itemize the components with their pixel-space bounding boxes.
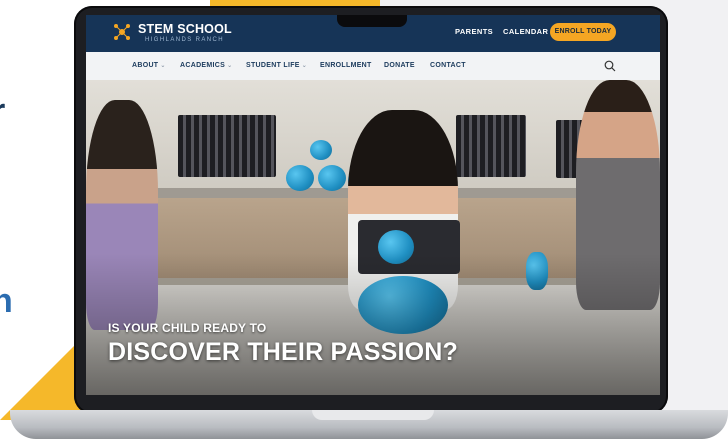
parents-link[interactable]: PARENTS	[455, 27, 493, 36]
logo-mark-icon	[114, 24, 130, 40]
nav-item-enrollment[interactable]: ENROLLMENT	[320, 62, 372, 69]
enroll-today-button[interactable]: ENROLL TODAY	[550, 23, 616, 41]
main-nav: ABOUT ⌄ ACADEMICS ⌄ STUDENT LIFE ⌄ ENROLLME…	[86, 52, 660, 80]
logo-subtitle: HIGHLANDS RANCH	[145, 37, 225, 43]
search-icon[interactable]	[604, 60, 616, 72]
hero-heading: DISCOVER THEIR PASSION?	[108, 338, 459, 366]
side-text-fragment: n	[0, 282, 13, 320]
hero-subheading: IS YOUR CHILD READY TO	[108, 321, 267, 335]
camera-notch	[337, 15, 407, 27]
nav-item-student-life[interactable]: STUDENT LIFE ⌄	[246, 62, 307, 69]
hero-section: IS YOUR CHILD READY TO DISCOVER THEIR PA…	[86, 80, 660, 395]
nav-item-label: ACADEMICS	[180, 62, 226, 69]
nav-item-about[interactable]: ABOUT ⌄	[132, 62, 166, 69]
laptop-hinge	[312, 410, 434, 420]
nav-item-label: STUDENT LIFE	[246, 62, 300, 69]
nav-item-label: ENROLLMENT	[320, 62, 372, 69]
chevron-down-icon: ⌄	[227, 63, 233, 69]
nav-item-donate[interactable]: DONATE	[384, 62, 415, 69]
nav-item-contact[interactable]: CONTACT	[430, 62, 466, 69]
logo-title: STEM SCHOOL	[138, 22, 232, 36]
calendar-link[interactable]: CALENDAR	[503, 27, 548, 36]
nav-item-academics[interactable]: ACADEMICS ⌄	[180, 62, 232, 69]
nav-item-label: CONTACT	[430, 62, 466, 69]
nav-item-label: ABOUT	[132, 62, 159, 69]
side-text-fragment: r	[0, 92, 5, 131]
laptop-screen: STEM SCHOOL HIGHLANDS RANCH PARENTS CALE…	[86, 15, 660, 395]
chevron-down-icon: ⌄	[160, 63, 166, 69]
site-logo[interactable]: STEM SCHOOL HIGHLANDS RANCH	[112, 20, 232, 46]
nav-item-label: DONATE	[384, 62, 415, 69]
chevron-down-icon: ⌄	[301, 63, 308, 69]
